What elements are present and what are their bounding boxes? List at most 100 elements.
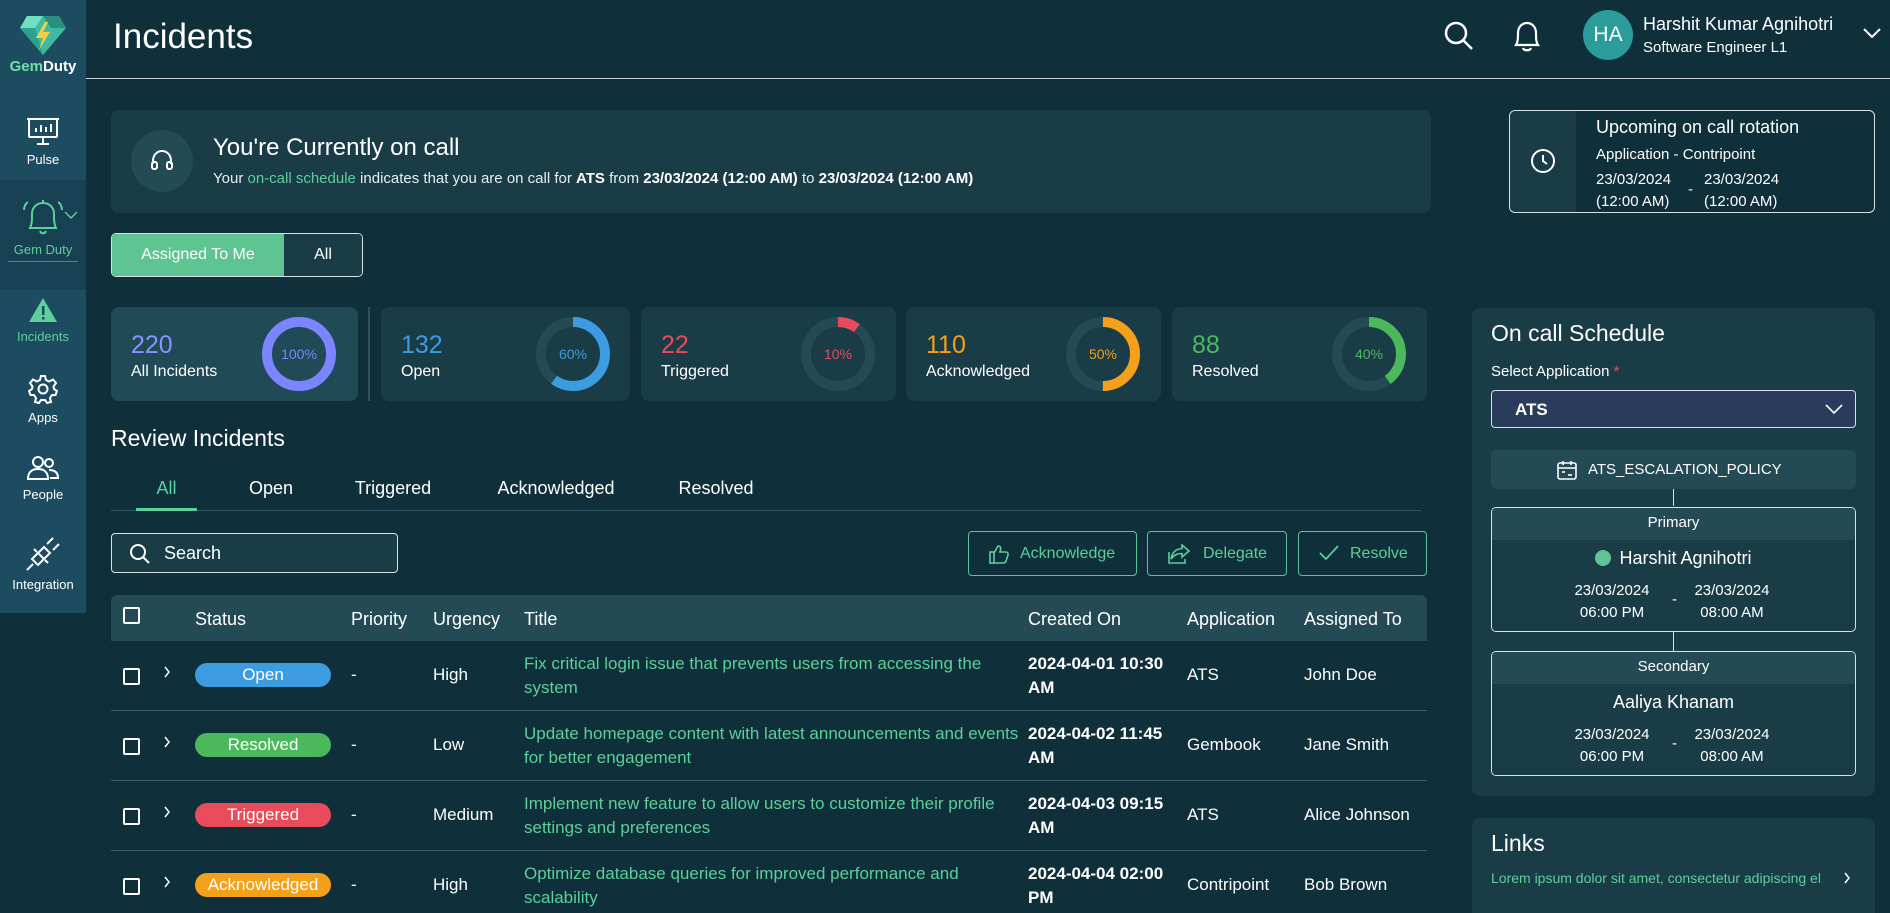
title-link[interactable]: Optimize database queries for improved p… <box>524 862 1024 910</box>
donut-percent-label: 10% <box>824 346 852 362</box>
bell-icon[interactable] <box>1512 20 1542 52</box>
column-header[interactable]: Status <box>195 609 246 630</box>
sidebar-item-incidents[interactable]: Incidents <box>0 297 86 344</box>
column-header[interactable]: Application <box>1187 609 1275 630</box>
assignment-toggle: Assigned To Me All <box>111 233 363 277</box>
on-call-schedule-link[interactable]: on-call schedule <box>247 170 355 187</box>
stat-card-acknowledged[interactable]: 110 Acknowledged 50% <box>906 307 1161 401</box>
delegate-button[interactable]: Delegate <box>1147 531 1287 576</box>
table-row[interactable]: Resolved - Low Update homepage content w… <box>111 711 1427 781</box>
brand-logo[interactable]: GemDuty <box>0 14 86 75</box>
acknowledge-button[interactable]: Acknowledge <box>968 531 1137 576</box>
headset-icon-badge <box>131 130 193 192</box>
upcoming-rotation-card: Upcoming on call rotation Application - … <box>1509 110 1875 213</box>
status-badge: Acknowledged <box>195 873 331 897</box>
sidebar-item-gem-duty[interactable]: Gem Duty <box>0 180 86 290</box>
chevron-down-icon[interactable] <box>64 210 78 220</box>
row-checkbox[interactable] <box>123 808 140 825</box>
primary-person: Harshit Agnihotri <box>1492 548 1855 569</box>
secondary-on-call-card: Secondary Aaliya Khanam 23/03/2024 06:00 … <box>1491 651 1856 776</box>
title-link[interactable]: Implement new feature to allow users to … <box>524 792 1024 840</box>
people-icon <box>27 456 59 480</box>
stat-label: Acknowledged <box>926 363 1031 380</box>
tab-resolved[interactable]: Resolved <box>666 478 766 511</box>
tab-triggered[interactable]: Triggered <box>341 478 445 511</box>
priority-cell: - <box>351 665 357 684</box>
assigned-to-me-button[interactable]: Assigned To Me <box>112 234 284 276</box>
created-cell: 2024-04-02 11:45 AM <box>1028 724 1163 767</box>
table-row[interactable]: Acknowledged - High Optimize database qu… <box>111 851 1427 913</box>
chevron-right-icon[interactable] <box>163 875 171 889</box>
share-icon <box>1168 544 1190 564</box>
tab-open[interactable]: Open <box>236 478 306 511</box>
stat-label: Triggered <box>661 363 729 380</box>
row-checkbox[interactable] <box>123 668 140 685</box>
stat-value: 220 <box>131 331 173 359</box>
donut-chart: 10% <box>801 317 875 391</box>
links-title: Links <box>1491 830 1545 856</box>
sidebar-item-label: Gem Duty <box>13 242 73 257</box>
tab-acknowledged[interactable]: Acknowledged <box>481 478 631 511</box>
title-link[interactable]: Update homepage content with latest anno… <box>524 722 1024 770</box>
secondary-person: Aaliya Khanam <box>1612 692 1735 712</box>
rotation-application: Application - Contripoint <box>1596 146 1756 163</box>
sidebar: GemDuty Pulse Gem Duty Incidents Apps Pe… <box>0 0 86 613</box>
stat-card-triggered[interactable]: 22 Triggered 10% <box>641 307 896 401</box>
incidents-table: Status Priority Urgency Title Created On… <box>111 595 1427 913</box>
resolve-button[interactable]: Resolve <box>1298 531 1427 576</box>
tab-all[interactable]: All <box>136 478 197 511</box>
chevron-down-icon[interactable] <box>1863 27 1881 39</box>
top-bar: Incidents HA Harshit Kumar Agnihotri Sof… <box>86 0 1890 79</box>
stat-card-resolved[interactable]: 88 Resolved 40% <box>1172 307 1427 401</box>
title-link[interactable]: Fix critical login issue that prevents u… <box>524 652 1024 700</box>
avatar[interactable]: HA <box>1583 10 1633 60</box>
row-checkbox[interactable] <box>123 878 140 895</box>
rotation-title: Upcoming on call rotation <box>1596 117 1800 137</box>
created-cell: 2024-04-04 02:00 PM <box>1028 864 1164 907</box>
rotation-separator: - <box>1688 181 1693 198</box>
link-item[interactable]: Lorem ipsum dolor sit amet, consectetur … <box>1491 867 1831 889</box>
table-row[interactable]: Open - High Fix critical login issue tha… <box>111 641 1427 711</box>
chevron-right-icon[interactable] <box>1843 871 1851 885</box>
stat-card-all[interactable]: 220 All Incidents 100% <box>111 307 358 401</box>
stat-divider <box>368 307 370 401</box>
priority-cell: - <box>351 805 357 824</box>
application-select[interactable]: ATS <box>1491 390 1856 428</box>
chevron-right-icon[interactable] <box>163 735 171 749</box>
assigned-cell: Alice Johnson <box>1304 805 1410 824</box>
selected-application: ATS <box>1515 400 1548 419</box>
chevron-right-icon[interactable] <box>163 665 171 679</box>
stat-card-open[interactable]: 132 Open 60% <box>381 307 630 401</box>
search-input[interactable] <box>164 534 384 572</box>
secondary-start: 23/03/2024 06:00 PM <box>1574 726 1650 765</box>
column-header[interactable]: Created On <box>1028 609 1121 630</box>
gem-logo-icon <box>20 16 66 55</box>
column-header[interactable]: Title <box>524 609 557 630</box>
status-badge: Resolved <box>195 733 331 757</box>
column-header[interactable]: Assigned To <box>1304 609 1402 630</box>
sidebar-item-integration[interactable]: Integration <box>0 537 86 592</box>
on-call-banner: You're Currently on call Your on-call sc… <box>111 110 1431 213</box>
sidebar-item-label: Pulse <box>26 152 60 167</box>
stat-value: 110 <box>926 331 966 359</box>
clock-icon <box>1531 149 1555 173</box>
escalation-policy[interactable]: ATS_ESCALATION_POLICY <box>1491 450 1856 489</box>
online-status-indicator <box>1595 550 1612 566</box>
sidebar-item-people[interactable]: People <box>0 455 86 502</box>
chevron-right-icon[interactable] <box>163 805 171 819</box>
sidebar-item-pulse[interactable]: Pulse <box>0 116 86 167</box>
donut-chart: 100% <box>262 317 336 391</box>
primary-heading: Primary <box>1492 508 1855 540</box>
sidebar-item-apps[interactable]: Apps <box>0 374 86 425</box>
row-checkbox[interactable] <box>123 738 140 755</box>
select-all-checkbox[interactable] <box>123 607 140 624</box>
column-header[interactable]: Urgency <box>433 609 500 630</box>
column-header[interactable]: Priority <box>351 609 407 630</box>
warning-triangle-icon <box>29 298 57 322</box>
connector-line <box>1673 489 1674 506</box>
priority-cell: - <box>351 875 357 894</box>
table-row[interactable]: Triggered - Medium Implement new feature… <box>111 781 1427 851</box>
search-icon[interactable] <box>1443 20 1475 52</box>
all-button[interactable]: All <box>284 234 362 276</box>
application-cell: Contripoint <box>1187 875 1270 894</box>
